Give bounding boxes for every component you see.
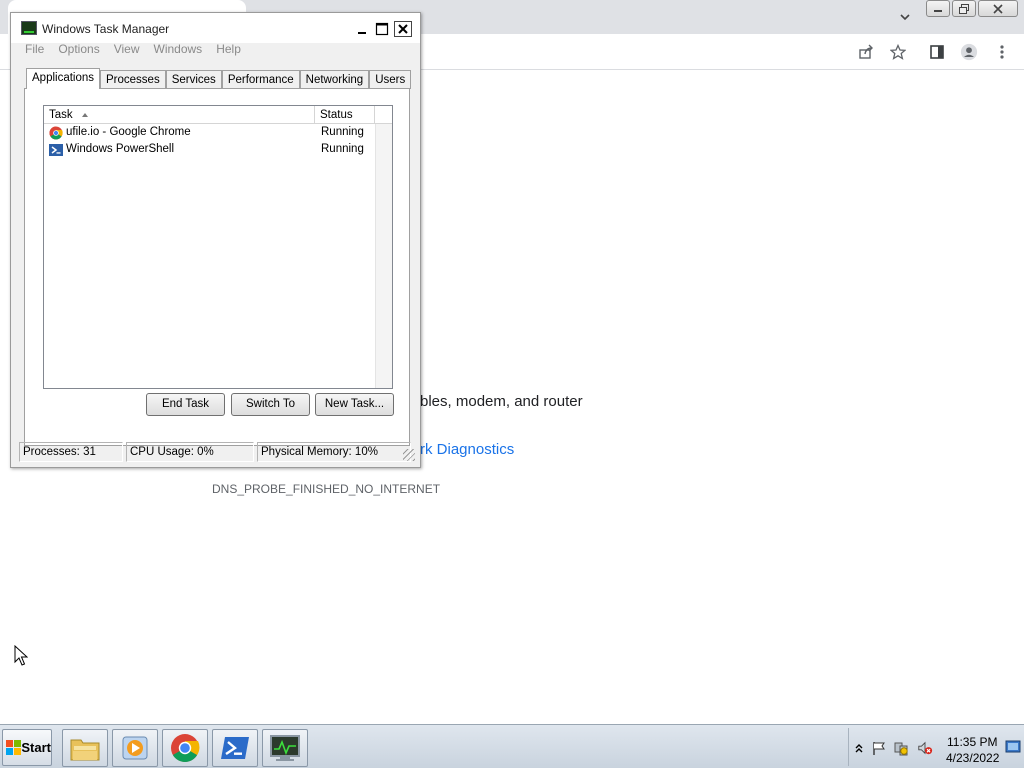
media-player-icon[interactable] <box>112 729 158 767</box>
end-task-button[interactable]: End Task <box>146 393 225 416</box>
task-list-scrollbar[interactable] <box>375 124 392 388</box>
network-icon[interactable] <box>893 741 909 756</box>
notification-area: 11:35 PM 4/23/2022 <box>848 728 1024 766</box>
start-button[interactable]: Start <box>2 729 52 766</box>
windows-logo-icon <box>6 740 21 755</box>
column-task[interactable]: Task <box>44 106 315 124</box>
close-icon[interactable] <box>978 0 1018 17</box>
status-bar: Processes: 31 CPU Usage: 0% Physical Mem… <box>17 442 417 463</box>
table-row[interactable]: ufile.io - Google Chrome Running <box>48 125 388 142</box>
tab-performance[interactable]: Performance <box>221 70 300 89</box>
task-name: ufile.io - Google Chrome <box>66 126 191 138</box>
task-manager-icon <box>21 21 37 35</box>
chrome-icon[interactable] <box>162 729 208 767</box>
task-list-header: Task Status <box>44 106 392 124</box>
tab-search-icon[interactable] <box>896 8 914 26</box>
menu-options[interactable]: Options <box>58 42 104 56</box>
tab-services[interactable]: Services <box>165 70 222 89</box>
mouse-cursor-icon <box>14 644 29 667</box>
close-icon[interactable] <box>394 21 412 37</box>
window-title: Windows Task Manager <box>42 22 170 36</box>
error-code: DNS_PROBE_FINISHED_NO_INTERNET <box>212 482 441 496</box>
action-center-flag-icon[interactable] <box>871 741 887 755</box>
table-row[interactable]: Windows PowerShell Running <box>48 142 388 159</box>
minimize-icon[interactable] <box>926 0 950 17</box>
restore-icon[interactable] <box>952 0 976 17</box>
physical-memory: Physical Memory: 10% <box>257 442 411 462</box>
task-manager-icon[interactable] <box>262 729 308 767</box>
minimize-icon[interactable] <box>353 21 371 37</box>
sort-ascending-icon <box>81 112 88 117</box>
processes-count: Processes: 31 <box>19 442 123 462</box>
taskbar: Start 11:35 PM 4/23/2022 <box>0 724 1024 768</box>
share-icon[interactable] <box>857 43 875 61</box>
chrome-window-controls <box>926 0 1018 17</box>
resize-grip-icon[interactable] <box>403 449 415 461</box>
tab-processes[interactable]: Processes <box>100 70 166 89</box>
side-panel-icon[interactable] <box>928 43 946 61</box>
task-status: Running <box>321 126 364 138</box>
tab-strip: Applications Processes Services Performa… <box>26 68 412 89</box>
menu-windows[interactable]: Windows <box>154 42 208 56</box>
profile-icon[interactable] <box>960 43 978 61</box>
show-desktop-icon[interactable] <box>1005 740 1021 754</box>
maximize-icon[interactable] <box>373 21 391 37</box>
menu-help[interactable]: Help <box>216 42 246 56</box>
chrome-icon <box>49 126 63 140</box>
column-status[interactable]: Status <box>315 106 375 124</box>
clock-time[interactable]: 11:35 PM <box>947 735 997 749</box>
task-manager-window: Windows Task Manager File Options View W… <box>10 12 421 468</box>
tab-networking[interactable]: Networking <box>299 70 370 89</box>
kebab-menu-icon[interactable] <box>993 43 1011 61</box>
new-task-button[interactable]: New Task... <box>315 393 394 416</box>
task-manager-titlebar[interactable]: Windows Task Manager <box>11 13 420 43</box>
clock-date[interactable]: 4/23/2022 <box>946 751 999 765</box>
task-list[interactable]: Task Status ufile.io - Google Chrome Run… <box>43 105 393 389</box>
powershell-icon <box>49 143 63 157</box>
applications-page: Task Status ufile.io - Google Chrome Run… <box>24 88 410 446</box>
tab-users[interactable]: Users <box>369 70 412 89</box>
task-status: Running <box>321 143 364 155</box>
column-task-label: Task <box>49 109 73 121</box>
menu-bar: File Options View Windows Help <box>25 42 255 56</box>
start-label: Start <box>21 740 51 755</box>
switch-to-button[interactable]: Switch To <box>231 393 310 416</box>
star-icon[interactable] <box>889 43 907 61</box>
powershell-icon[interactable] <box>212 729 258 767</box>
task-name: Windows PowerShell <box>66 143 175 155</box>
tab-applications[interactable]: Applications <box>26 68 101 89</box>
error-suggestion-text: bles, modem, and router <box>420 393 583 410</box>
cpu-usage: CPU Usage: 0% <box>126 442 254 462</box>
show-hidden-icons-icon[interactable] <box>851 741 867 755</box>
network-diagnostics-link[interactable]: rk Diagnostics <box>420 441 514 458</box>
file-explorer-icon[interactable] <box>62 729 108 767</box>
menu-view[interactable]: View <box>114 42 145 56</box>
volume-muted-icon[interactable] <box>917 741 933 755</box>
menu-file[interactable]: File <box>25 42 49 56</box>
